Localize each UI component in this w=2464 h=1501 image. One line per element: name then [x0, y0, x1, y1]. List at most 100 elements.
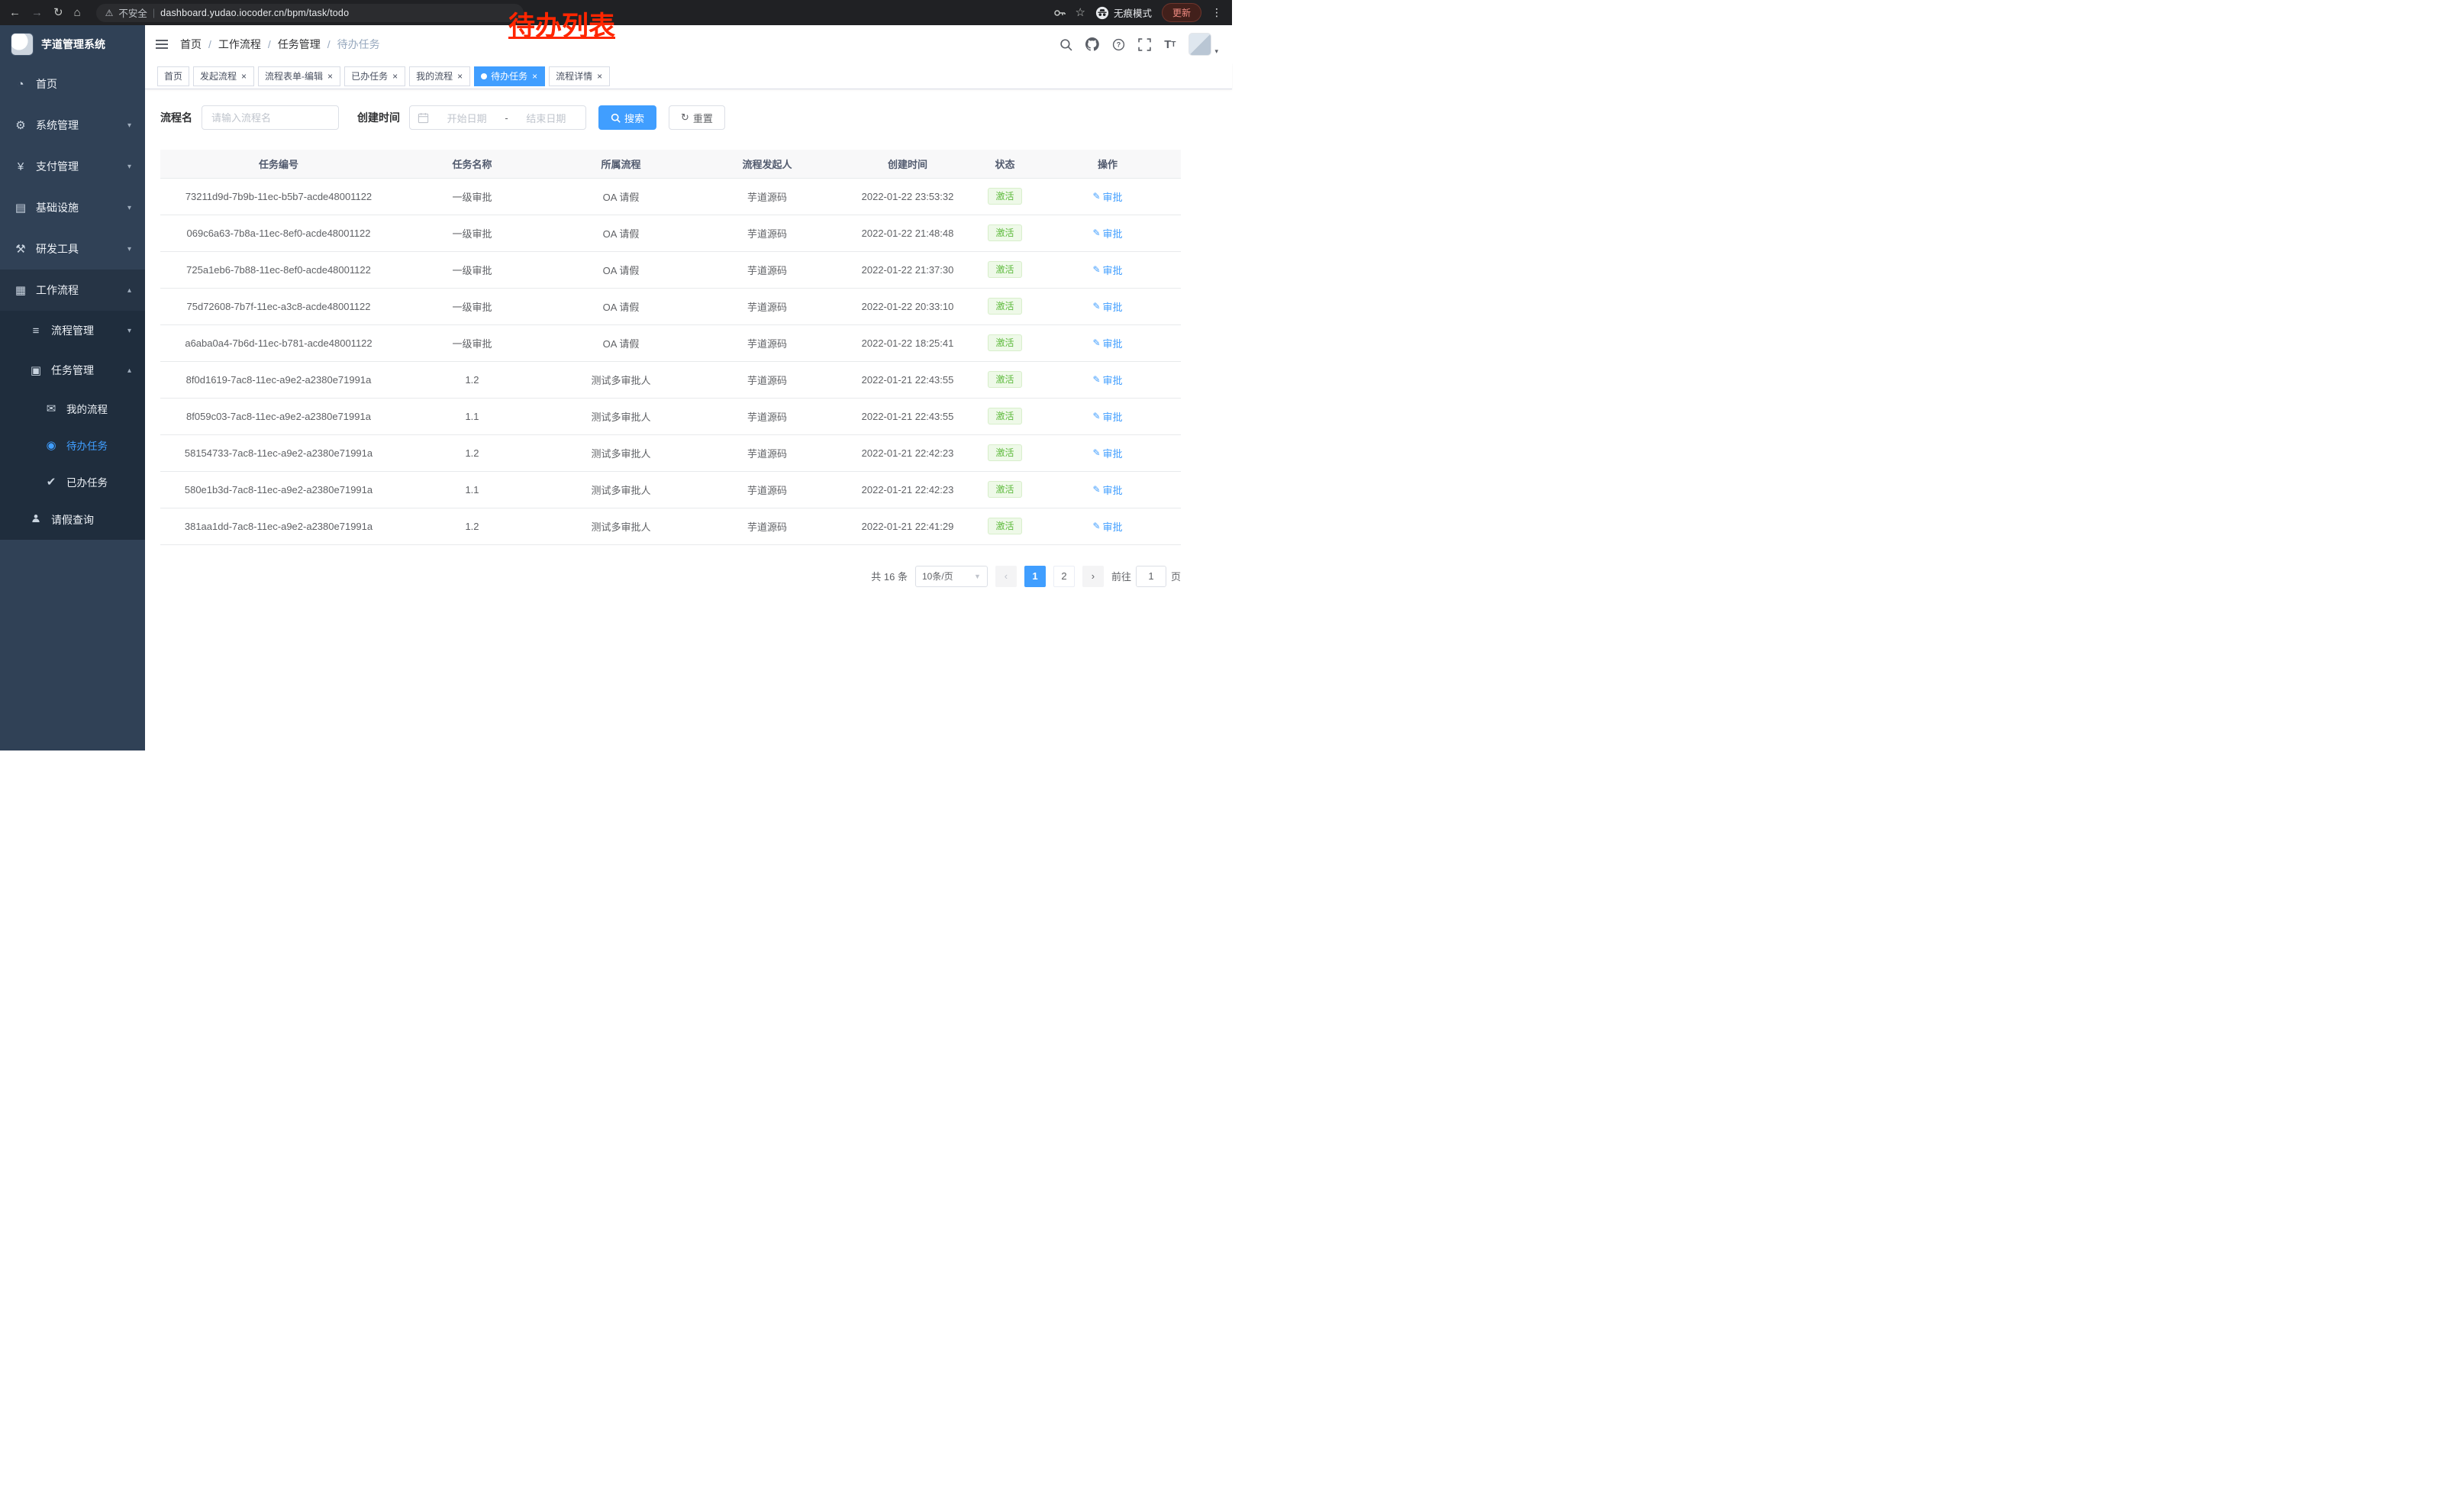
approve-link[interactable]: ✎ 审批 [1092, 299, 1122, 314]
person-icon [29, 513, 43, 527]
approve-link[interactable]: ✎ 审批 [1092, 189, 1122, 204]
sidebar-toggle-icon[interactable] [156, 40, 168, 49]
pagination: 共 16 条 10条/页 ▼ ‹ 1 2 › 前往 页 [160, 566, 1181, 587]
breadcrumb-item[interactable]: 首页 [180, 37, 202, 52]
approve-link[interactable]: ✎ 审批 [1092, 409, 1122, 424]
fullscreen-icon[interactable] [1138, 38, 1151, 51]
approve-link[interactable]: ✎ 审批 [1092, 263, 1122, 277]
sidebar-item-label: 工作流程 [36, 282, 79, 298]
sidebar-item-leave-query[interactable]: 请假查询 [0, 500, 145, 540]
view-tab[interactable]: 首页 [157, 66, 189, 86]
address-bar[interactable]: ⚠ 不安全 | dashboard.yudao.iocoder.cn/bpm/t… [96, 4, 524, 22]
tab-label: 首页 [164, 69, 182, 82]
view-tab[interactable]: 流程表单-编辑 × [258, 66, 340, 86]
col-status: 状态 [976, 150, 1034, 178]
approve-link[interactable]: ✎ 审批 [1092, 483, 1122, 497]
status-badge: 激活 [988, 224, 1021, 242]
sidebar-item-devtools[interactable]: ⚒ 研发工具 ▾ [0, 228, 145, 270]
col-task-name: 任务名称 [397, 150, 547, 178]
sidebar-item-done-tasks[interactable]: ✔ 已办任务 [0, 463, 145, 500]
table-row: 725a1eb6-7b88-11ec-8ef0-acde48001122 一级审… [160, 251, 1181, 288]
page-button-2[interactable]: 2 [1053, 566, 1075, 587]
chevron-down-icon: ▾ [127, 245, 131, 253]
approve-link[interactable]: ✎ 审批 [1092, 519, 1122, 534]
initiator-cell: 芋道源码 [695, 508, 840, 544]
message-icon: ✉ [44, 402, 58, 415]
create-time-cell: 2022-01-22 20:33:10 [840, 288, 976, 324]
user-menu[interactable]: ▾ [1188, 33, 1218, 56]
sidebar-item-todo-tasks[interactable]: ◉ 待办任务 [0, 427, 145, 463]
page-content: 流程名 创建时间 开始日期 - 结束日期 搜索 [145, 89, 1232, 750]
process-name-input[interactable] [202, 105, 339, 130]
sidebar-item-process-management[interactable]: ≡ 流程管理 ▾ [0, 311, 145, 350]
view-tab[interactable]: 发起流程 × [193, 66, 254, 86]
sidebar-item-my-process[interactable]: ✉ 我的流程 [0, 390, 145, 427]
update-button[interactable]: 更新 [1162, 3, 1201, 22]
view-tab[interactable]: 流程详情 × [549, 66, 610, 86]
breadcrumb-item[interactable]: 任务管理 [278, 37, 321, 52]
sidebar-item-label: 研发工具 [36, 241, 79, 257]
initiator-cell: 芋道源码 [695, 215, 840, 251]
bookmark-star-icon[interactable]: ☆ [1076, 7, 1085, 18]
col-process: 所属流程 [547, 150, 695, 178]
sidebar-item-task-management[interactable]: ▣ 任务管理 ▴ [0, 350, 145, 390]
page-size-select[interactable]: 10条/页 ▼ [915, 566, 988, 587]
task-id-cell: 8f0d1619-7ac8-11ec-a9e2-a2380e71991a [160, 361, 397, 398]
key-icon[interactable] [1053, 7, 1066, 19]
view-tab[interactable]: 已办任务 × [344, 66, 405, 86]
task-name-cell: 一级审批 [397, 215, 547, 251]
start-date-placeholder: 开始日期 [435, 111, 498, 125]
create-time-cell: 2022-01-21 22:42:23 [840, 471, 976, 508]
status-badge: 激活 [988, 261, 1021, 279]
sidebar-item-home[interactable]: ◔ 首页 [0, 63, 145, 105]
app-logo-row[interactable]: 芋道管理系统 [0, 25, 145, 63]
sidebar-item-label: 支付管理 [36, 159, 79, 174]
initiator-cell: 芋道源码 [695, 288, 840, 324]
task-name-cell: 1.1 [397, 398, 547, 434]
help-icon[interactable]: ? [1112, 38, 1125, 51]
close-tab-icon[interactable]: × [327, 72, 334, 81]
browser-home-icon[interactable]: ⌂ [74, 7, 81, 18]
view-tab[interactable]: 待办任务 × [474, 66, 545, 86]
date-range-picker[interactable]: 开始日期 - 结束日期 [409, 105, 586, 130]
sidebar-item-infrastructure[interactable]: ▤ 基础设施 ▾ [0, 187, 145, 228]
close-tab-icon[interactable]: × [531, 72, 538, 81]
sidebar-item-system[interactable]: ⚙ 系统管理 ▾ [0, 105, 145, 146]
incognito-badge: 无痕模式 [1095, 5, 1152, 20]
approve-link[interactable]: ✎ 审批 [1092, 226, 1122, 240]
github-icon[interactable] [1085, 37, 1099, 51]
font-size-icon[interactable]: TT [1164, 38, 1176, 51]
reset-button[interactable]: ↻ 重置 [669, 105, 725, 130]
table-row: a6aba0a4-7b6d-11ec-b781-acde48001122 一级审… [160, 324, 1181, 361]
search-button[interactable]: 搜索 [598, 105, 656, 130]
reload-icon[interactable]: ↻ [53, 7, 63, 18]
back-icon[interactable]: ← [9, 7, 21, 18]
next-page-button[interactable]: › [1082, 566, 1104, 587]
caret-down-icon: ▾ [1214, 47, 1218, 56]
page-button-1[interactable]: 1 [1024, 566, 1046, 587]
close-tab-icon[interactable]: × [392, 72, 398, 81]
forward-icon[interactable]: → [31, 7, 43, 18]
search-icon[interactable] [1059, 38, 1072, 51]
sidebar-item-workflow[interactable]: ▦ 工作流程 ▴ [0, 270, 145, 311]
prev-page-button[interactable]: ‹ [995, 566, 1017, 587]
approve-link[interactable]: ✎ 审批 [1092, 446, 1122, 460]
initiator-cell: 芋道源码 [695, 434, 840, 471]
approve-link[interactable]: ✎ 审批 [1092, 373, 1122, 387]
sidebar-item-payment[interactable]: ¥ 支付管理 ▾ [0, 146, 145, 187]
close-tab-icon[interactable]: × [240, 72, 247, 81]
close-tab-icon[interactable]: × [456, 72, 463, 81]
process-cell: OA 请假 [547, 178, 695, 215]
sidebar-item-label: 已办任务 [66, 474, 108, 489]
goto-page-input[interactable] [1136, 566, 1166, 587]
approve-link[interactable]: ✎ 审批 [1092, 336, 1122, 350]
view-tab[interactable]: 我的流程 × [409, 66, 470, 86]
svg-text:?: ? [1117, 40, 1121, 48]
task-id-cell: 8f059c03-7ac8-11ec-a9e2-a2380e71991a [160, 398, 397, 434]
chevron-up-icon: ▴ [127, 366, 131, 375]
tag-view-bar: 首页 发起流程 × 流程表单-编辑 × 已办任务 × [145, 63, 1232, 89]
close-tab-icon[interactable]: × [596, 72, 603, 81]
task-name-cell: 1.2 [397, 508, 547, 544]
breadcrumb-item[interactable]: 工作流程 [218, 37, 261, 52]
browser-menu-icon[interactable]: ⋮ [1211, 6, 1223, 19]
